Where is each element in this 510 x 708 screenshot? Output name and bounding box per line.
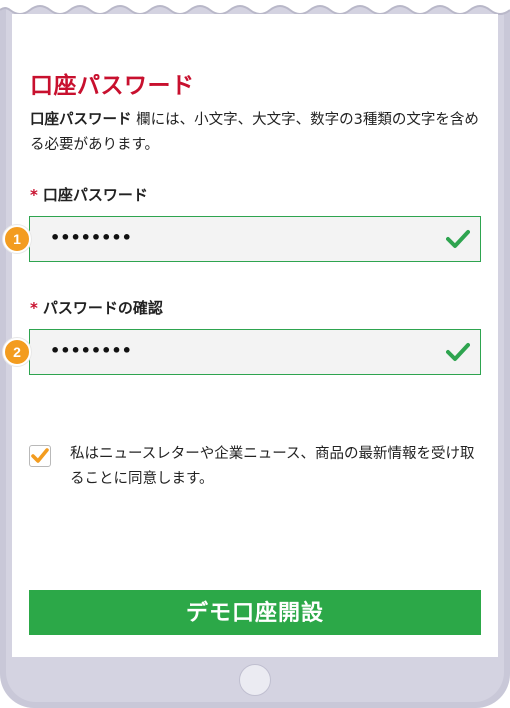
open-demo-account-button[interactable]: デモ口座開設: [29, 590, 481, 635]
required-mark: *: [30, 186, 38, 204]
newsletter-consent-checkbox[interactable]: [29, 445, 51, 467]
check-icon: [446, 230, 470, 248]
password-label-text: 口座パスワード: [42, 186, 148, 204]
required-mark: *: [30, 299, 38, 317]
confirm-password-input[interactable]: ••••••••: [29, 329, 481, 375]
password-input[interactable]: ••••••••: [29, 216, 481, 262]
tablet-frame: 口座パスワード 口座パスワード 欄には、小文字、大文字、数字の3種類の文字を含め…: [0, 0, 510, 708]
password-requirements-text: 口座パスワード 欄には、小文字、大文字、数字の3種類の文字を含める必要があります…: [30, 108, 486, 158]
password-label: * 口座パスワード: [30, 184, 148, 205]
checkbox-checked-icon: [31, 448, 49, 463]
page-title: 口座パスワード: [30, 73, 195, 99]
step-badge-1: 1: [3, 225, 31, 253]
screen: 口座パスワード 口座パスワード 欄には、小文字、大文字、数字の3種類の文字を含め…: [3, 14, 498, 657]
confirm-password-label: * パスワードの確認: [30, 297, 163, 318]
requirements-field-name: 口座パスワード: [30, 112, 132, 128]
tablet-home-button: [239, 664, 271, 696]
confirm-password-label-text: パスワードの確認: [42, 299, 163, 317]
newsletter-consent-label: 私はニュースレターや企業ニュース、商品の最新情報を受け取ることに同意します。: [70, 446, 475, 487]
confirm-password-input-value: ••••••••: [50, 341, 132, 360]
check-icon: [446, 343, 470, 361]
password-input-value: ••••••••: [50, 228, 132, 247]
step-badge-2: 2: [3, 338, 31, 366]
